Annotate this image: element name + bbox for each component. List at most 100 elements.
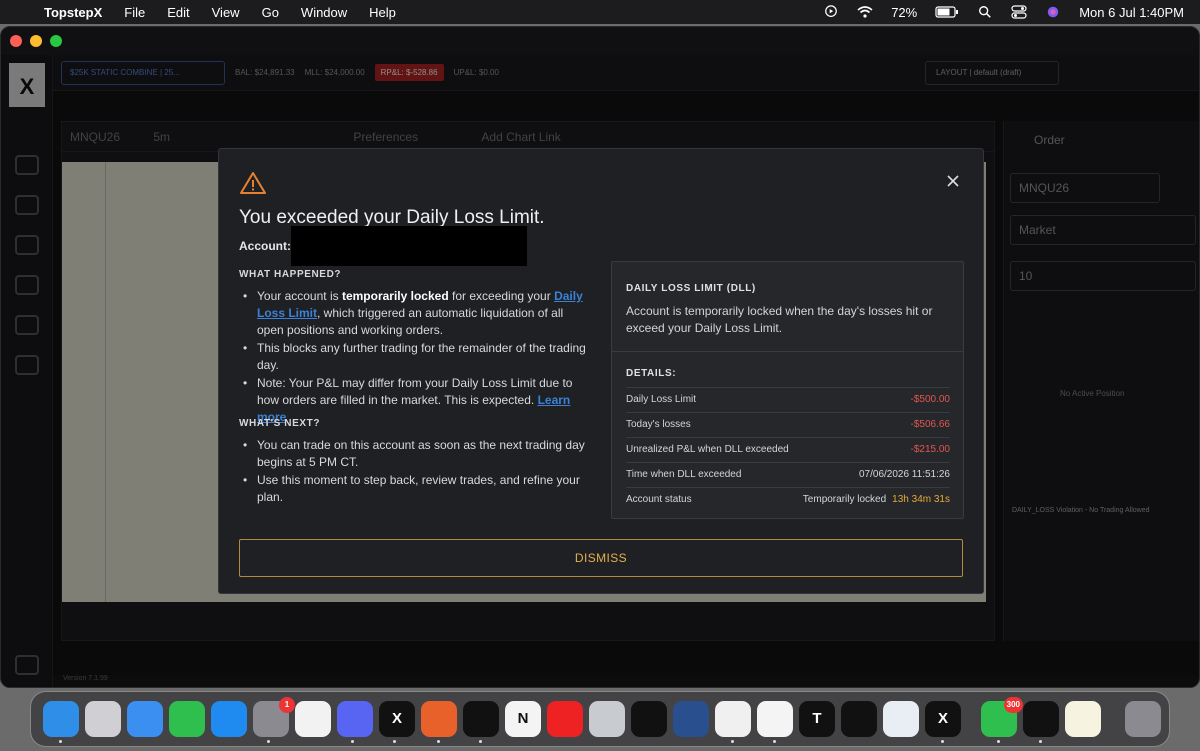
messages-icon[interactable]: 300 bbox=[981, 697, 1023, 737]
dll-divider bbox=[612, 351, 963, 352]
youtube-icon[interactable] bbox=[547, 701, 583, 737]
safari-icon[interactable] bbox=[127, 701, 163, 737]
chrome-icon[interactable] bbox=[715, 701, 751, 737]
order-type-select[interactable]: Market bbox=[1010, 215, 1196, 245]
running-indicator bbox=[731, 740, 734, 743]
finder-icon[interactable] bbox=[43, 701, 79, 737]
macos-menubar: TopstepX File Edit View Go Window Help 7… bbox=[0, 0, 1200, 24]
account-selector[interactable]: $25K STATIC COMBINE | 25... bbox=[61, 60, 225, 85]
chart-preferences[interactable]: Preferences bbox=[353, 130, 418, 144]
search-icon[interactable] bbox=[977, 5, 993, 19]
rpl-readout: RP&L: $-528.86 bbox=[374, 64, 444, 81]
menu-help[interactable]: Help bbox=[369, 5, 396, 20]
add-chart-link[interactable]: Add Chart Link bbox=[481, 130, 560, 144]
trash-icon[interactable] bbox=[1125, 701, 1161, 737]
whats-next-list: You can trade on this account as soon as… bbox=[241, 437, 593, 507]
mll-readout: MLL: $24,000.00 bbox=[304, 68, 365, 77]
menubar-app-name[interactable]: TopstepX bbox=[44, 5, 102, 20]
menu-go[interactable]: Go bbox=[262, 5, 279, 20]
redacted-account-id bbox=[291, 226, 527, 266]
claude-icon[interactable] bbox=[421, 701, 457, 737]
t-app-icon[interactable]: T bbox=[799, 701, 835, 737]
launchpad-icon[interactable] bbox=[85, 701, 121, 737]
dll-title: DAILY LOSS LIMIT (DLL) bbox=[626, 283, 756, 294]
battery-icon[interactable] bbox=[935, 5, 959, 19]
diagram-app-icon[interactable] bbox=[883, 701, 919, 737]
dll-description: Account is temporarily locked when the d… bbox=[626, 304, 933, 335]
trading-app-icon[interactable] bbox=[673, 701, 709, 737]
running-indicator bbox=[479, 740, 482, 743]
notion-icon[interactable]: N bbox=[505, 701, 541, 737]
messages-badge: 300 bbox=[1003, 697, 1023, 713]
status-strip: Version 7.1.99 bbox=[53, 675, 1199, 687]
detail-value: 07/06/2026 11:51:26 bbox=[858, 469, 950, 480]
menu-window[interactable]: Window bbox=[301, 5, 347, 20]
lock-countdown: 13h 34m 31s bbox=[892, 494, 950, 505]
balance-readout: BAL: $24,891.33 bbox=[235, 68, 295, 77]
chart-timeframe[interactable]: 5m bbox=[153, 130, 170, 144]
menu-edit[interactable]: Edit bbox=[167, 5, 189, 20]
order-panel: Order MNQU26 Market 10 No Active Positio… bbox=[1003, 121, 1199, 641]
app-window: X $25K STATIC COMBINE | 25... BAL: $24,8… bbox=[0, 26, 1200, 688]
menubar-datetime[interactable]: Mon 6 Jul 1:40PM bbox=[1079, 5, 1184, 20]
settings-icon[interactable]: 1 bbox=[253, 697, 295, 737]
control-center-icon[interactable] bbox=[1011, 5, 1027, 19]
notes-tool-icon[interactable] bbox=[15, 355, 39, 375]
chart-symbol[interactable]: MNQU26 bbox=[70, 130, 120, 144]
x-app-icon[interactable]: X bbox=[379, 701, 415, 737]
no-position-text: No Active Position bbox=[1060, 389, 1125, 398]
menu-file[interactable]: File bbox=[124, 5, 145, 20]
siri-icon[interactable] bbox=[1045, 5, 1061, 19]
what-happened-list: Your account is temporarily locked for e… bbox=[241, 288, 593, 427]
detail-row-unrealized-pnl: Unrealized P&L when DLL exceeded -$215.0… bbox=[626, 437, 950, 462]
tv-tool-icon[interactable] bbox=[15, 315, 39, 335]
watchlist-tool-icon[interactable] bbox=[15, 235, 39, 255]
wifi-icon[interactable] bbox=[857, 5, 873, 19]
camera-app-icon[interactable] bbox=[841, 701, 877, 737]
detail-value: -$500.00 bbox=[910, 394, 950, 405]
close-icon[interactable] bbox=[945, 173, 961, 189]
close-window-button[interactable] bbox=[10, 35, 22, 47]
layout-selector[interactable]: LAYOUT | default (draft) bbox=[925, 61, 1059, 85]
macos-dock: 1 X N T X 300 bbox=[30, 691, 1170, 747]
dismiss-button[interactable]: DISMISS bbox=[239, 539, 963, 577]
topstep-logo: X bbox=[9, 63, 45, 107]
minimize-window-button[interactable] bbox=[30, 35, 42, 47]
dll-details-card: DAILY LOSS LIMIT (DLL) Account is tempor… bbox=[611, 261, 964, 519]
whats-next-heading: WHAT'S NEXT? bbox=[239, 418, 321, 429]
apple-tv-icon[interactable] bbox=[631, 701, 667, 737]
chart-tool-icon[interactable] bbox=[15, 155, 39, 175]
upl-readout: UP&L: $0.00 bbox=[453, 68, 499, 77]
news-tool-icon[interactable] bbox=[15, 275, 39, 295]
gmail-icon[interactable] bbox=[295, 701, 331, 737]
logout-icon[interactable] bbox=[15, 655, 39, 675]
list-item: Your account is temporarily locked for e… bbox=[241, 288, 593, 339]
tradingview-icon[interactable] bbox=[757, 701, 793, 737]
contracts-input[interactable]: 10 bbox=[1010, 261, 1196, 291]
menu-view[interactable]: View bbox=[212, 5, 240, 20]
detail-row-todays-losses: Today's losses -$506.66 bbox=[626, 412, 950, 437]
topstepx-dock-icon[interactable]: X bbox=[925, 701, 961, 737]
app-store-icon[interactable] bbox=[211, 701, 247, 737]
order-panel-title: Order bbox=[1034, 133, 1065, 147]
running-indicator bbox=[941, 740, 944, 743]
list-item: You can trade on this account as soon as… bbox=[241, 437, 593, 471]
running-indicator bbox=[773, 740, 776, 743]
chatgpt-icon[interactable] bbox=[463, 701, 499, 737]
fullscreen-window-button[interactable] bbox=[50, 35, 62, 47]
list-item: Use this moment to step back, review tra… bbox=[241, 472, 593, 506]
violation-text: DAILY_LOSS Violation - No Trading Allowe… bbox=[1012, 507, 1150, 514]
terminal-icon[interactable] bbox=[1023, 701, 1059, 737]
warning-icon bbox=[240, 172, 266, 194]
notes-icon[interactable] bbox=[1065, 701, 1101, 737]
facetime-icon[interactable] bbox=[169, 701, 205, 737]
version-text: Version 7.1.99 bbox=[63, 675, 108, 682]
preview-icon[interactable] bbox=[589, 701, 625, 737]
dom-tool-icon[interactable] bbox=[15, 195, 39, 215]
play-circle-icon[interactable] bbox=[823, 5, 839, 19]
list-item: This blocks any further trading for the … bbox=[241, 340, 593, 374]
discord-icon[interactable] bbox=[337, 701, 373, 737]
contract-select[interactable]: MNQU26 bbox=[1010, 173, 1160, 203]
detail-value: -$215.00 bbox=[910, 444, 950, 455]
what-happened-heading: WHAT HAPPENED? bbox=[239, 269, 342, 280]
